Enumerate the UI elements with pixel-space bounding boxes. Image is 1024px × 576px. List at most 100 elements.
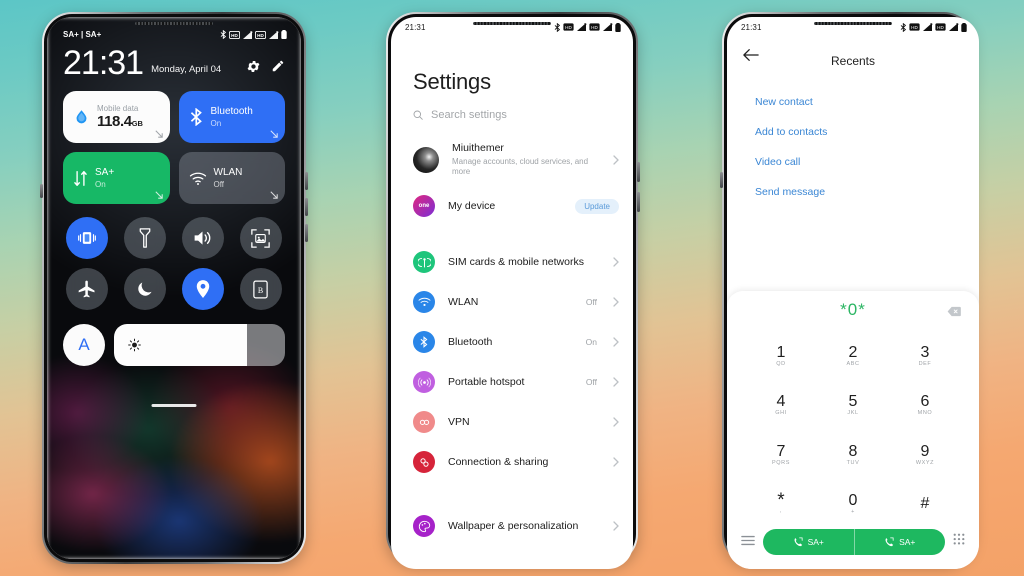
chevron-right-icon xyxy=(613,297,619,308)
vibrate-toggle[interactable] xyxy=(66,217,109,260)
row-label: SIM cards & mobile networks xyxy=(448,255,584,268)
earpiece-speaker xyxy=(135,22,213,25)
call-button-sim1[interactable]: SA+ xyxy=(763,529,854,555)
keypad-icon[interactable] xyxy=(953,533,965,551)
settings-row-connection-sharing[interactable]: Connection & sharing xyxy=(391,442,633,482)
sim-tower-icon xyxy=(413,251,435,274)
settings-row-wallpaper[interactable]: Wallpaper & personalization xyxy=(391,506,633,546)
home-indicator[interactable] xyxy=(151,404,197,407)
status-time: 21:31 xyxy=(741,22,762,32)
signal-icon xyxy=(242,30,253,39)
list-divider xyxy=(391,226,633,242)
settings-gear-icon[interactable] xyxy=(246,59,261,74)
link-new-contact[interactable]: New contact xyxy=(755,87,979,117)
one-icon: one xyxy=(413,195,435,218)
wlan-tile[interactable]: WLAN Off xyxy=(178,152,285,205)
link-video-call[interactable]: Video call xyxy=(755,147,979,177)
dialpad-key-4[interactable]: 4 GHI xyxy=(745,381,817,431)
phone-dialer: 21:31 HD HD Recents New contact Add to c… xyxy=(720,12,979,569)
settings-row-vpn[interactable]: VPN xyxy=(391,402,633,442)
link-send-message[interactable]: Send message xyxy=(755,177,979,207)
key-letters: + xyxy=(851,509,855,515)
sound-toggle[interactable] xyxy=(181,217,224,260)
phone-settings: 21:31 HD HD Settings Search settings Miu… xyxy=(386,12,640,569)
settings-row-sim[interactable]: SIM cards & mobile networks xyxy=(391,242,633,282)
location-pin-icon xyxy=(196,280,210,299)
power-button[interactable] xyxy=(637,192,640,212)
arrow-left-icon[interactable] xyxy=(743,48,759,67)
row-label: Connection & sharing xyxy=(448,455,549,468)
row-label: Portable hotspot xyxy=(448,375,525,388)
dialpad-key-star[interactable]: *, xyxy=(745,480,817,530)
power-button[interactable] xyxy=(305,224,308,242)
airplane-toggle[interactable] xyxy=(66,268,109,311)
search-placeholder: Search settings xyxy=(431,109,507,121)
dialpad-key-0[interactable]: 0 + xyxy=(817,480,889,530)
status-bar: SA+ | SA+ HD HD xyxy=(47,17,301,39)
dialpad-key-8[interactable]: 8 TUV xyxy=(817,430,889,480)
dialpad-key-3[interactable]: 3 DEF xyxy=(889,331,961,381)
svg-text:HD: HD xyxy=(591,25,598,30)
left-side-button[interactable] xyxy=(40,184,43,198)
auto-brightness-button[interactable]: A xyxy=(63,324,105,367)
toggle-grid: B xyxy=(47,204,301,311)
dnd-toggle[interactable] xyxy=(124,268,167,311)
location-toggle[interactable] xyxy=(181,268,224,311)
edit-pencil-icon[interactable] xyxy=(271,59,285,74)
settings-row-account[interactable]: Miuithemer Manage accounts, cloud servic… xyxy=(391,133,633,186)
dialpad-key-2[interactable]: 2 ABC xyxy=(817,331,889,381)
dialpad-key-7[interactable]: 7 PQRS xyxy=(745,430,817,480)
wifi-icon xyxy=(413,291,435,314)
brightness-slider[interactable] xyxy=(114,324,285,367)
dialpad-key-hash[interactable]: # xyxy=(889,480,961,530)
bluetooth-tile[interactable]: Bluetooth On xyxy=(178,91,285,144)
backspace-icon[interactable] xyxy=(947,304,961,322)
row-label: VPN xyxy=(448,415,470,428)
sun-icon xyxy=(128,338,141,352)
status-icons: HD HD xyxy=(900,22,968,32)
bluetooth-icon xyxy=(413,331,435,354)
data-connection-tile[interactable]: SA+ On xyxy=(63,152,170,205)
left-side-button[interactable] xyxy=(720,172,723,188)
call-button-sim2[interactable]: SA+ xyxy=(853,529,946,555)
data-transfer-icon xyxy=(74,170,87,186)
expand-corner-icon[interactable] xyxy=(154,130,163,139)
reading-mode-toggle[interactable]: B xyxy=(239,268,282,311)
dialpad-key-1[interactable]: 1 QD xyxy=(745,331,817,381)
search-input[interactable]: Search settings xyxy=(391,95,633,121)
volume-down-button[interactable] xyxy=(305,198,308,216)
status-icons: HD HD xyxy=(220,30,288,39)
speaker-icon xyxy=(195,231,211,245)
signal-icon xyxy=(948,23,959,31)
expand-corner-icon[interactable] xyxy=(154,191,163,200)
screenshot-toggle[interactable] xyxy=(239,217,282,260)
data-tile-label: SA+ xyxy=(95,167,115,179)
volume-button[interactable] xyxy=(637,162,640,182)
key-letters: WXYZ xyxy=(915,459,935,466)
mobile-data-value: 118.4 xyxy=(97,113,132,131)
settings-list: Miuithemer Manage accounts, cloud servic… xyxy=(391,121,633,546)
volume-up-button[interactable] xyxy=(305,172,308,190)
settings-row-bluetooth[interactable]: Bluetooth On xyxy=(391,322,633,362)
wlan-tile-state: Off xyxy=(213,179,225,189)
mobile-data-tile[interactable]: Mobile data 118.4GB xyxy=(63,91,170,144)
key-digit: 1 xyxy=(776,343,786,361)
dialpad-key-5[interactable]: 5 JKL xyxy=(817,381,889,431)
settings-row-wlan[interactable]: WLAN Off xyxy=(391,282,633,322)
vibrate-icon xyxy=(78,232,97,245)
settings-row-my-device[interactable]: one My device Update xyxy=(391,186,633,226)
status-bar: 21:31 HD HD xyxy=(727,17,979,37)
row-label: Wallpaper & personalization xyxy=(448,519,579,532)
expand-corner-icon[interactable] xyxy=(270,191,278,200)
dialpad-key-6[interactable]: 6 MNO xyxy=(889,381,961,431)
flashlight-toggle[interactable] xyxy=(124,217,167,260)
link-add-to-contacts[interactable]: Add to contacts xyxy=(755,117,979,147)
bluetooth-tile-state: On xyxy=(210,118,222,128)
update-badge[interactable]: Update xyxy=(575,198,619,214)
dialpad-key-9[interactable]: 9 WXYZ xyxy=(889,430,961,480)
key-letters: PQRS xyxy=(772,459,790,466)
menu-icon[interactable] xyxy=(741,533,755,551)
dialed-number[interactable]: *0* xyxy=(840,300,866,320)
settings-row-hotspot[interactable]: Portable hotspot Off xyxy=(391,362,633,402)
expand-corner-icon[interactable] xyxy=(270,130,278,139)
